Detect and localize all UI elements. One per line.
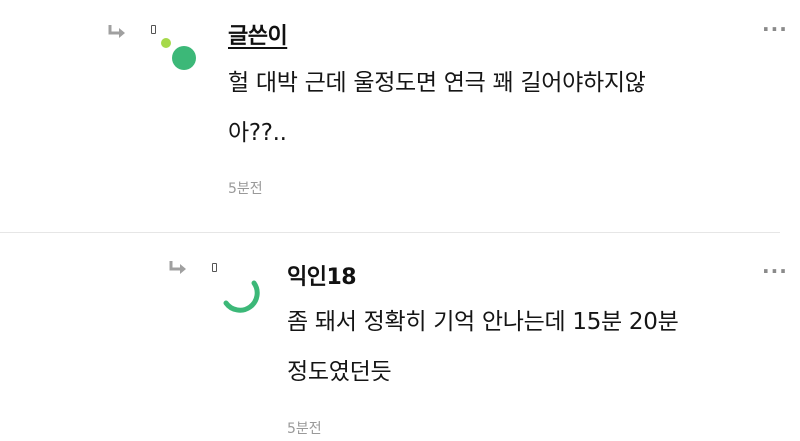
reply-arrow-icon (108, 25, 125, 38)
comment-text: 좀 돼서 정확히 기억 안나는데 15분 20분 정도였던듯 (287, 309, 679, 385)
more-dots-icon[interactable]: ··· (762, 19, 788, 39)
comment-text: 헐 대박 근데 울정도면 연극 꽤 길어야하지않 아??.. (228, 70, 646, 146)
username[interactable]: 글쓴이 (228, 18, 288, 50)
username[interactable]: 익인18 (287, 259, 357, 291)
badge-marker-icon (212, 263, 217, 272)
green-arc-avatar-icon (223, 280, 260, 313)
comment-item: 익인18 ··· 좀 돼서 정확히 기억 안나는데 15분 20분 정도였던듯 … (0, 233, 800, 441)
timestamp: 5분전 (228, 181, 263, 197)
badge-marker-icon (151, 25, 156, 34)
green-dot-avatar-icon (161, 38, 196, 70)
reply-arrow-icon (169, 261, 186, 274)
more-dots-icon[interactable]: ··· (762, 261, 788, 281)
comment-item: 글쓴이 ··· 헐 대박 근데 울정도면 연극 꽤 길어야하지않 아??.. 5… (0, 0, 800, 232)
timestamp: 5분전 (287, 421, 322, 437)
